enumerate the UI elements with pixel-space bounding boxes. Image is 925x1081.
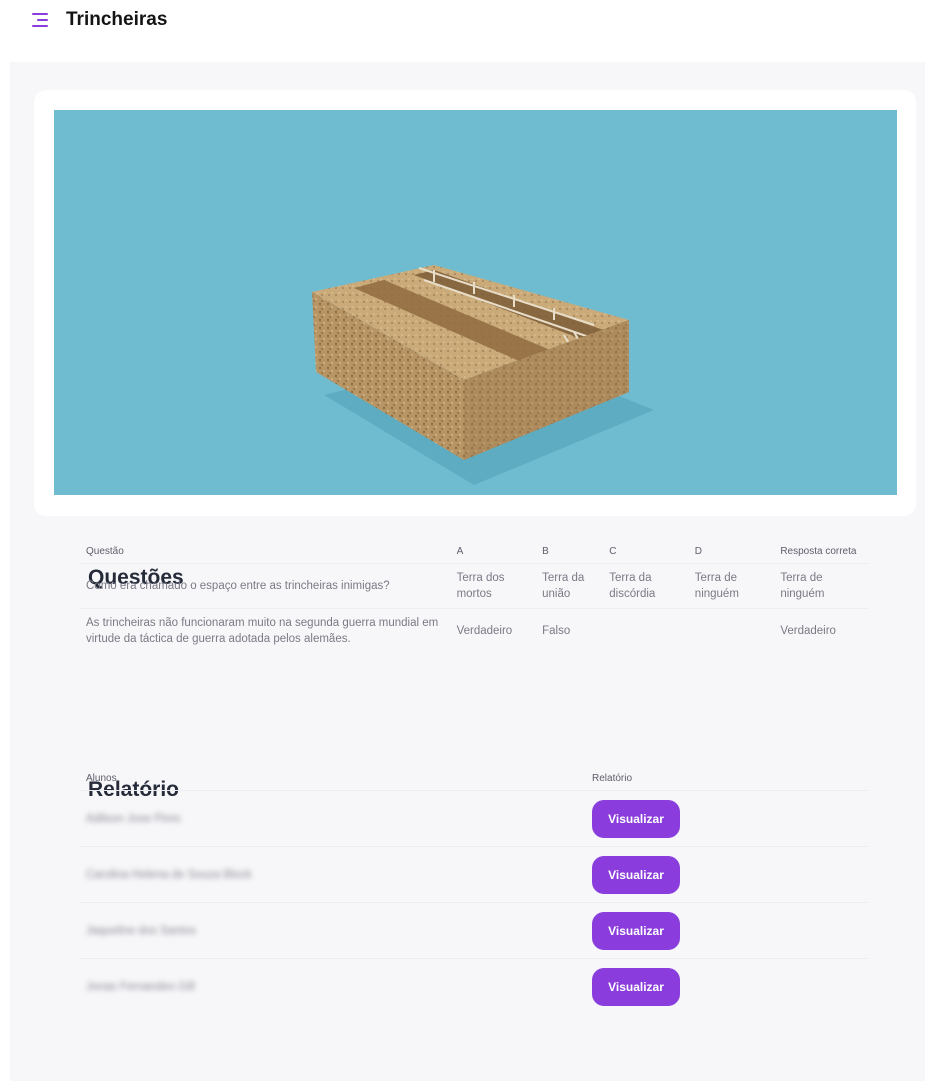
table-row: Jonas Fernandes Gill Visualizar [80, 958, 868, 1015]
table-row: Jaqueline dos Santos Visualizar [80, 902, 868, 959]
hamburger-icon[interactable] [32, 13, 48, 27]
questions-header-row: Questão A B C D Resposta correta [80, 546, 868, 564]
student-name: Jonas Fernandes Gill [80, 958, 586, 1015]
option-c: Terra da discórdia [603, 563, 689, 609]
option-a: Terra dos mortos [450, 563, 537, 609]
correct-answer: Verdadeiro [774, 608, 868, 653]
column-header: Alunos [86, 773, 117, 784]
report-table: Alunos Relatório Adilson Jose Pires Visu… [80, 756, 868, 1015]
column-header: A [456, 546, 464, 557]
view-report-button[interactable]: Visualizar [592, 855, 680, 894]
question-text: Como era chamado o espaço entre as trinc… [80, 563, 451, 609]
option-d: Terra de ninguém [688, 563, 775, 609]
option-b: Falso [536, 608, 604, 653]
view-report-button[interactable]: Visualizar [592, 911, 680, 950]
view-report-button[interactable]: Visualizar [592, 799, 680, 838]
option-a: Verdadeiro [450, 608, 537, 653]
option-d [688, 608, 775, 653]
table-row: Como era chamado o espaço entre as trinc… [80, 563, 868, 609]
option-b: Terra da união [536, 563, 604, 609]
3d-trench-viewer[interactable] [54, 110, 897, 495]
column-header: B [542, 546, 549, 557]
table-row: Carolina Helena de Souza Block Visualiza… [80, 846, 868, 903]
question-text: As trincheiras não funcionaram muito na … [80, 608, 451, 653]
report-header-row: Alunos Relatório [80, 756, 868, 791]
column-header: D [694, 546, 703, 557]
correct-answer: Terra de ninguém [774, 563, 868, 609]
top-bar: Trincheiras [0, 0, 925, 40]
column-header: Questão [86, 546, 124, 557]
table-row: Adilson Jose Pires Visualizar [80, 790, 868, 847]
viewer-card [34, 90, 916, 516]
student-name: Carolina Helena de Souza Block [80, 846, 586, 903]
table-row: As trincheiras não funcionaram muito na … [80, 608, 868, 653]
trench-model-illustration [312, 265, 654, 485]
student-name: Jaqueline dos Santos [80, 902, 586, 959]
column-header: Resposta correta [780, 546, 857, 557]
column-header: Relatório [592, 773, 633, 784]
questions-table: Questão A B C D Resposta correta Como er… [80, 546, 868, 653]
student-name: Adilson Jose Pires [80, 790, 586, 847]
column-header: C [609, 546, 617, 557]
option-c [603, 608, 689, 653]
page-title: Trincheiras [66, 9, 168, 30]
view-report-button[interactable]: Visualizar [592, 967, 680, 1006]
